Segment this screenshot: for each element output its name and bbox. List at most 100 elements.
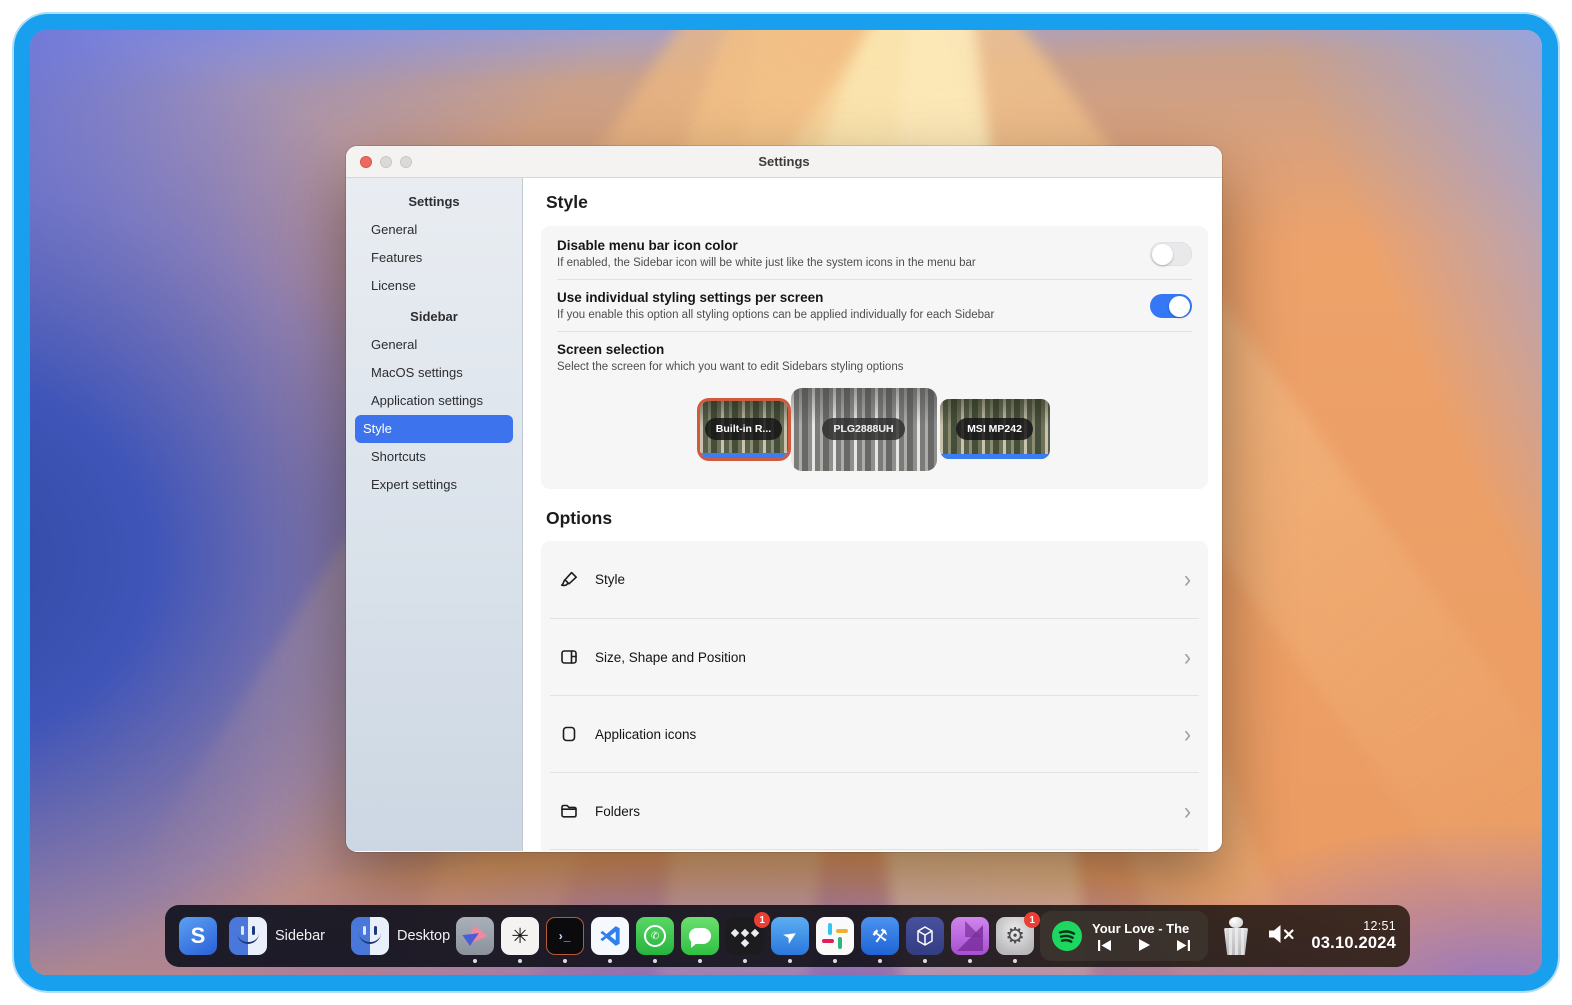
- clock-date: 03.10.2024: [1308, 934, 1396, 953]
- crumpled-paper: [1229, 917, 1243, 928]
- sidebar-item-features[interactable]: Features: [355, 244, 513, 272]
- sidebar-section-settings: Settings: [346, 187, 522, 216]
- dock-right-group: Your Love - The 12:51: [1040, 911, 1396, 961]
- spark-mail-icon: [771, 917, 809, 955]
- tidal-icon: 1: [726, 917, 764, 955]
- setting-row-menu-bar-icon: Disable menu bar icon color If enabled, …: [557, 238, 1192, 269]
- option-label: Style: [595, 572, 1184, 587]
- dock-app-chatgpt[interactable]: [501, 917, 539, 955]
- chatgpt-icon: [501, 917, 539, 955]
- style-settings-card: Disable menu bar icon color If enabled, …: [541, 226, 1208, 489]
- window-title: Settings: [346, 154, 1222, 169]
- settings-window: Settings Settings General Features Licen…: [346, 146, 1222, 852]
- dock-app-origami[interactable]: [456, 917, 494, 955]
- options-title: Options: [546, 508, 1208, 529]
- trash-icon[interactable]: [1222, 917, 1250, 955]
- sidebar-item-expert-settings[interactable]: Expert settings: [355, 471, 513, 499]
- option-row-size-shape-position[interactable]: Size, Shape and Position ›: [550, 618, 1199, 695]
- volume-muted-icon[interactable]: [1266, 922, 1296, 951]
- dock-bar: S Sidebar Desktop: [165, 905, 1410, 967]
- window-entry-label: Desktop: [397, 928, 450, 944]
- app-square-icon: [558, 723, 580, 745]
- sidebar-section-sidebar: Sidebar: [346, 302, 522, 331]
- chevron-right-icon: ›: [1184, 645, 1191, 669]
- terminal-icon: [546, 917, 584, 955]
- spotify-player-widget[interactable]: Your Love - The: [1040, 911, 1208, 961]
- window-titlebar[interactable]: Settings: [346, 146, 1222, 178]
- dock-app-affinity[interactable]: [951, 917, 989, 955]
- individual-styling-toggle[interactable]: [1150, 294, 1192, 318]
- dock-window-sidebar[interactable]: Sidebar: [229, 917, 325, 955]
- divider: [557, 331, 1192, 332]
- affinity-photo-icon: [951, 917, 989, 955]
- next-track-icon[interactable]: [1176, 940, 1190, 951]
- dock-window-desktop[interactable]: Desktop: [351, 917, 450, 955]
- sidebar-item-general[interactable]: General: [355, 216, 513, 244]
- layout-icon: [558, 646, 580, 668]
- whatsapp-icon: [636, 917, 674, 955]
- chevron-right-icon: ›: [1184, 722, 1191, 746]
- gear-icon: 1: [996, 917, 1034, 955]
- dock-app-slack[interactable]: [816, 917, 854, 955]
- desktop: Settings Settings General Features Licen…: [30, 30, 1542, 975]
- window-entry-label: Sidebar: [275, 928, 325, 944]
- play-icon[interactable]: [1139, 939, 1150, 951]
- sidebar-item-application-settings[interactable]: Application settings: [355, 387, 513, 415]
- sidebar-position-bar: [700, 453, 788, 458]
- spotify-icon: [1052, 921, 1082, 951]
- sidebar-item-style[interactable]: Style: [355, 415, 513, 443]
- finder-icon: [351, 917, 389, 955]
- sidebar-position-bar: [940, 454, 1050, 459]
- dock-app-cube[interactable]: [906, 917, 944, 955]
- messages-icon: [681, 917, 719, 955]
- menu-bar-icon-toggle[interactable]: [1150, 242, 1192, 266]
- notification-badge: 1: [754, 912, 770, 928]
- setting-title: Use individual styling settings per scre…: [557, 290, 1150, 305]
- divider: [557, 279, 1192, 280]
- screen-label: PLG2888UH: [822, 418, 904, 440]
- option-label: Application icons: [595, 727, 1184, 742]
- screen-thumb-plg2888uh[interactable]: PLG2888UH: [791, 388, 937, 471]
- previous-track-icon[interactable]: [1098, 940, 1112, 951]
- finder-icon: [229, 917, 267, 955]
- screen-label: MSI MP242: [956, 418, 1033, 440]
- cube-3d-icon: [906, 917, 944, 955]
- settings-sidebar: Settings General Features License Sideba…: [346, 178, 523, 851]
- toggle-knob: [1169, 296, 1190, 317]
- option-row-additional-elements[interactable]: Additional elements ›: [550, 849, 1199, 851]
- page-title: Style: [546, 192, 1208, 213]
- dock-app-whatsapp[interactable]: [636, 917, 674, 955]
- sidebar-item-shortcuts[interactable]: Shortcuts: [355, 443, 513, 471]
- screen-thumb-msi-mp242[interactable]: MSI MP242: [940, 399, 1050, 459]
- option-label: Folders: [595, 804, 1184, 819]
- player-controls: [1092, 939, 1196, 951]
- sidebar-item-macos-settings[interactable]: MacOS settings: [355, 359, 513, 387]
- slack-icon: [816, 917, 854, 955]
- dock-app-messages[interactable]: [681, 917, 719, 955]
- option-row-style[interactable]: Style ›: [550, 541, 1199, 618]
- sidebar-app-icon[interactable]: S: [179, 917, 217, 955]
- setting-row-individual-styling: Use individual styling settings per scre…: [557, 290, 1192, 321]
- dock-app-system-settings[interactable]: 1: [996, 917, 1034, 955]
- screen-selection-title: Screen selection: [557, 342, 1192, 357]
- dock-app-tidal[interactable]: 1: [726, 917, 764, 955]
- clock-time: 12:51: [1308, 919, 1396, 933]
- option-row-application-icons[interactable]: Application icons ›: [550, 695, 1199, 772]
- vscode-icon: [591, 917, 629, 955]
- setting-title: Disable menu bar icon color: [557, 238, 1150, 253]
- sidebar-item-license[interactable]: License: [355, 272, 513, 300]
- screen-thumbnails: Built-in R... PLG2888UH MSI MP242: [557, 383, 1192, 475]
- chevron-right-icon: ›: [1184, 567, 1191, 591]
- trash-can: [1223, 928, 1249, 955]
- dock-app-spark[interactable]: [771, 917, 809, 955]
- screen-thumb-built-in[interactable]: Built-in R...: [700, 401, 788, 458]
- sidebar-item-sidebar-general[interactable]: General: [355, 331, 513, 359]
- dock-app-xcode[interactable]: [861, 917, 899, 955]
- dock-app-warp[interactable]: [546, 917, 584, 955]
- paintbrush-icon: [558, 569, 580, 591]
- toggle-knob: [1152, 244, 1173, 265]
- dock-app-vscode[interactable]: [591, 917, 629, 955]
- option-row-folders[interactable]: Folders ›: [550, 772, 1199, 849]
- notification-badge: 1: [1024, 912, 1040, 928]
- setting-description: If enabled, the Sidebar icon will be whi…: [557, 257, 1150, 269]
